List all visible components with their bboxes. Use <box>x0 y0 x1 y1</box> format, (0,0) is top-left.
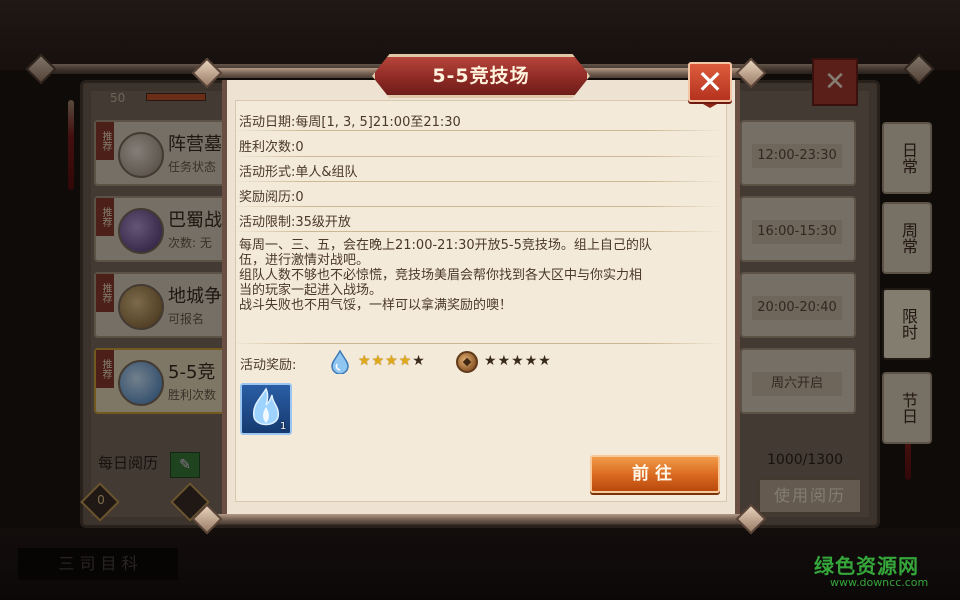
star-empty-icon: ★ <box>497 353 512 369</box>
activity-description: 每周一、三、五，会在晚上21:00-21:30开放5-5竞技场。组上自己的队 伍… <box>239 238 717 313</box>
divider <box>232 343 722 344</box>
close-button[interactable]: ✕ <box>688 62 732 102</box>
reward-stars-water: ★★★★★ <box>358 353 426 369</box>
star-empty-icon: ★ <box>511 353 525 369</box>
divider <box>232 231 722 232</box>
reward-stars-coin: ★★★★★ <box>484 353 552 369</box>
star-filled-icon: ★ <box>358 353 372 369</box>
info-label: 活动限制: <box>239 215 296 230</box>
info-value: 35级开放 <box>295 215 351 230</box>
watermark-title: 绿色资源网 <box>814 554 919 578</box>
star-filled-icon: ★ <box>371 353 386 369</box>
star-empty-icon: ★ <box>538 353 552 369</box>
divider <box>232 181 722 182</box>
info-label: 活动日期: <box>239 115 296 130</box>
info-label: 活动形式: <box>239 165 296 180</box>
description-line: 战斗失败也不用气馁，一样可以拿满奖励的噢！ <box>239 298 513 313</box>
info-activity-limit: 活动限制:35级开放 <box>239 211 351 230</box>
star-filled-icon: ★ <box>385 353 399 369</box>
info-value: 单人&组队 <box>295 165 358 180</box>
info-activity-date: 活动日期:每周[1, 3, 5]21:00至21:30 <box>239 111 461 130</box>
description-line: 当的玩家一起进入战场。 <box>239 283 383 298</box>
description-line: 伍，进行激情对战吧。 <box>239 253 370 268</box>
star-empty-icon: ★ <box>524 353 539 369</box>
info-label: 奖励阅历: <box>239 190 296 205</box>
divider <box>232 206 722 207</box>
star-empty-icon: ★ <box>412 353 426 369</box>
info-label: 胜利次数: <box>239 140 296 155</box>
coin-icon[interactable] <box>456 351 478 373</box>
description-line: 每周一、三、五，会在晚上21:00-21:30开放5-5竞技场。组上自己的队 <box>239 238 652 253</box>
info-value: 0 <box>295 140 304 155</box>
go-button[interactable]: 前往 <box>590 455 720 493</box>
info-reward-experience: 奖励阅历:0 <box>239 186 304 205</box>
reward-label: 活动奖励: <box>240 358 297 373</box>
info-win-count: 胜利次数:0 <box>239 136 304 155</box>
water-drop-icon[interactable] <box>330 349 350 375</box>
info-activity-format: 活动形式:单人&组队 <box>239 161 358 180</box>
divider <box>232 130 722 131</box>
star-empty-icon: ★ <box>484 353 498 369</box>
star-filled-icon: ★ <box>398 353 413 369</box>
info-value: 0 <box>295 190 304 205</box>
divider <box>232 156 722 157</box>
dialog-bottom-rod <box>196 514 760 524</box>
watermark-url: www.downcc.com <box>830 576 929 589</box>
description-line: 组队人数不够也不必惊慌，竞技场美眉会帮你找到各大区中与你实力相 <box>239 268 643 283</box>
info-value: 每周[1, 3, 5]21:00至21:30 <box>295 115 461 130</box>
item-quantity: 1 <box>280 421 287 432</box>
dialog-title: 5-5竞技场 <box>432 65 530 87</box>
